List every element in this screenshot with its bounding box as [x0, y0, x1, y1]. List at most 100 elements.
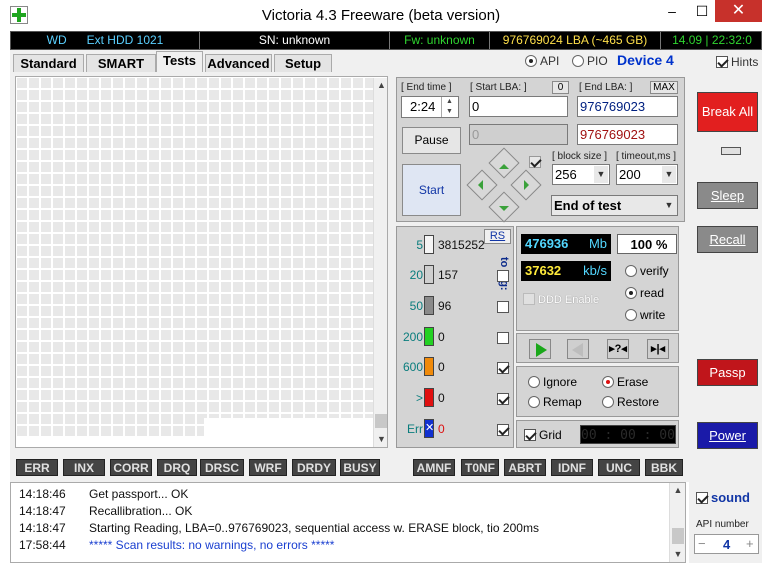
error-flag-err: ERR	[16, 459, 58, 476]
grid-checkbox[interactable]: Grid	[524, 428, 562, 442]
error-flag-corr: CORR	[110, 459, 152, 476]
percent-readout: 100 %	[617, 234, 677, 254]
sound-panel: sound API number − 4 +	[689, 482, 762, 563]
error-flag-idnf: IDNF	[551, 459, 593, 476]
random-seek-button[interactable]: ▸?◂	[607, 339, 629, 359]
api-radio[interactable]: API	[525, 54, 559, 68]
scan-block-cells	[17, 78, 374, 438]
log-scroll-thumb[interactable]	[672, 528, 684, 544]
title-bar: Victoria 4.3 Freeware (beta version) – ☐…	[0, 0, 762, 31]
read-label: read	[640, 286, 665, 300]
current-lba-field: 0	[469, 124, 568, 145]
recall-button[interactable]: Recall	[697, 226, 758, 253]
end-action-select[interactable]: End of test ▼	[551, 195, 678, 216]
latency-row: 20 157	[397, 265, 515, 285]
block-size-select[interactable]: 256 ▼	[552, 164, 610, 185]
event-log: 14:18:46 Get passport... OK 14:18:47 Recall…	[10, 482, 686, 563]
verify-radio[interactable]: verify	[625, 264, 669, 278]
megabytes-readout: 476936 Mb	[521, 234, 611, 254]
read-radio[interactable]: read	[625, 286, 664, 300]
random-icon: ▸?◂	[609, 343, 627, 355]
latency-row: 50 96	[397, 296, 515, 316]
log-time: 14:18:47	[19, 504, 66, 518]
api-label: API	[540, 54, 560, 68]
timeout-label: [ timeout,ms ]	[616, 151, 677, 162]
surface-scan-grid: ▲ ▼	[15, 76, 388, 448]
latency-color-swatch: ✕	[424, 419, 434, 438]
restore-radio[interactable]: Restore	[602, 395, 659, 409]
max-button[interactable]: MAX	[650, 81, 678, 94]
log-checkbox[interactable]	[497, 361, 512, 375]
break-all-button[interactable]: Break All	[697, 92, 758, 132]
error-flag-t0nf: T0NF	[461, 459, 499, 476]
end-time-spinner[interactable]: ▲ ▼	[441, 97, 457, 117]
tab-advanced[interactable]: Advanced	[205, 54, 272, 72]
dpad-up-icon[interactable]	[488, 147, 520, 179]
block-size-label: [ block size ]	[552, 151, 608, 162]
log-checkbox[interactable]	[497, 269, 512, 283]
lock-checkbox[interactable]	[529, 155, 544, 169]
sound-checkbox[interactable]: sound	[696, 490, 750, 505]
latency-color-swatch	[424, 265, 434, 284]
error-flag-drsc: DRSC	[200, 459, 244, 476]
scroll-thumb[interactable]	[375, 414, 387, 428]
ignore-radio[interactable]: Ignore	[528, 375, 577, 389]
verify-label: verify	[640, 264, 669, 278]
tab-smart[interactable]: SMART	[86, 54, 156, 72]
hints-label: Hints	[731, 55, 759, 69]
pause-button[interactable]: Pause	[402, 127, 461, 154]
grid-label: Grid	[539, 428, 562, 442]
start-button[interactable]: Start	[402, 164, 461, 216]
latency-count: 96	[438, 299, 452, 313]
end-lba-label: [ End LBA: ]	[579, 82, 633, 93]
maximize-button[interactable]: ☐	[687, 0, 717, 22]
end-lba-current: 976769023	[577, 124, 678, 145]
log-checkbox[interactable]	[497, 300, 512, 314]
write-radio[interactable]: write	[625, 308, 665, 322]
minimize-button[interactable]: –	[657, 0, 687, 22]
scroll-up-icon[interactable]: ▲	[670, 483, 685, 498]
ddd-enable-checkbox[interactable]: DDD Enable	[523, 293, 599, 306]
date-time: 14.09 | 22:32:0	[672, 33, 752, 47]
latency-row: 200 0	[397, 327, 515, 347]
log-checkbox[interactable]	[497, 331, 512, 345]
error-flag-abrt: ABRT	[504, 459, 546, 476]
tab-tests[interactable]: Tests	[156, 51, 203, 72]
erase-radio[interactable]: Erase	[602, 375, 648, 389]
latency-row: >0	[397, 388, 515, 408]
scroll-down-icon[interactable]: ▼	[374, 432, 387, 447]
start-lba-input[interactable]: 0	[469, 96, 568, 117]
tab-setup[interactable]: Setup	[274, 54, 332, 72]
zero-button[interactable]: 0	[552, 81, 569, 94]
error-flags-bar: ERR INX CORR DRQ DRSC WRF DRDY BUSY AMNF T0NF ABRT…	[10, 455, 686, 479]
pio-radio[interactable]: PIO	[572, 54, 608, 68]
close-button[interactable]: ✕	[715, 0, 762, 22]
timeout-select[interactable]: 200 ▼	[616, 164, 678, 185]
direction-pad[interactable]	[466, 147, 542, 223]
grid-scrollbar[interactable]: ▲ ▼	[373, 78, 387, 447]
butterfly-button[interactable]: ▸|◂	[647, 339, 669, 359]
scroll-down-icon[interactable]: ▼	[670, 547, 685, 562]
ddd-label: DDD Enable	[538, 294, 600, 306]
log-message: ***** Scan results: no warnings, no erro…	[89, 538, 335, 552]
tab-standard[interactable]: Standard	[13, 54, 84, 72]
log-checkbox[interactable]	[497, 423, 512, 437]
api-number-stepper[interactable]: − 4 +	[694, 534, 759, 554]
minus-icon[interactable]: −	[698, 536, 706, 551]
end-lba-input[interactable]: 976769023	[577, 96, 678, 117]
latency-threshold: 200	[402, 330, 423, 344]
remap-radio[interactable]: Remap	[528, 395, 582, 409]
latency-color-swatch	[424, 357, 434, 376]
chevron-down-icon: ▼	[594, 166, 608, 183]
power-button[interactable]: Power	[697, 422, 758, 449]
plus-icon[interactable]: +	[746, 536, 754, 551]
log-scrollbar[interactable]: ▲ ▼	[669, 483, 685, 562]
hints-checkbox[interactable]: Hints	[716, 55, 758, 69]
scroll-up-icon[interactable]: ▲	[374, 78, 387, 93]
sleep-button[interactable]: Sleep	[697, 182, 758, 209]
latency-count: 0	[438, 330, 445, 344]
log-checkbox[interactable]	[497, 392, 512, 406]
play-forward-button[interactable]	[529, 339, 551, 359]
play-backward-button[interactable]	[567, 339, 589, 359]
passp-button[interactable]: Passp	[697, 359, 758, 386]
